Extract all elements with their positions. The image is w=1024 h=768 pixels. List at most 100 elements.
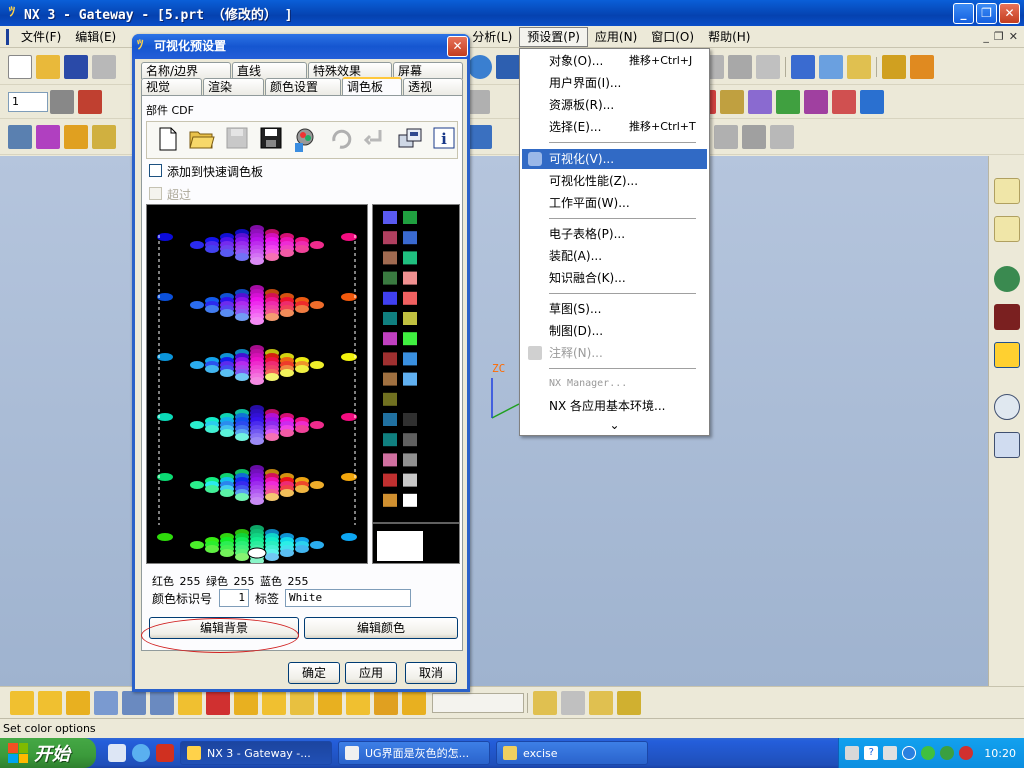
triangle-icon[interactable] xyxy=(910,54,934,79)
antivirus-tray-icon[interactable] xyxy=(959,746,974,760)
menu-item-selection[interactable]: 选择(E)... 推移+Ctrl+T xyxy=(522,117,707,137)
training-icon[interactable] xyxy=(993,304,1020,330)
filter-select[interactable] xyxy=(432,692,524,713)
tab-lines[interactable]: 直线 xyxy=(232,62,307,79)
new-palette-icon[interactable] xyxy=(155,127,180,153)
open-palette-icon[interactable] xyxy=(189,127,215,153)
menu-item-sketch[interactable]: 草图(S)... xyxy=(522,299,707,319)
layer-icon[interactable] xyxy=(819,54,843,79)
menu-item-resource-bar[interactable]: 资源板(R)... xyxy=(522,95,707,115)
window-title-bar[interactable]: ﾂ NX 3 - Gateway - [5.prt （修改的） ] _ ❐ ✕ xyxy=(0,0,1024,26)
system-materials-icon[interactable] xyxy=(993,432,1020,458)
center-icon[interactable] xyxy=(318,690,342,715)
tangent-icon[interactable] xyxy=(402,690,426,715)
component-icon[interactable] xyxy=(122,690,146,715)
arrow-tray-icon[interactable] xyxy=(902,746,917,760)
apply-button[interactable]: 应用 xyxy=(345,662,397,684)
taskbar-excise-button[interactable]: excise xyxy=(496,741,648,765)
save-palette-as-icon[interactable] xyxy=(259,127,284,153)
menu-item-application-defaults[interactable]: NX 各应用基本环境... xyxy=(522,396,707,416)
shape-studio-icon[interactable] xyxy=(92,124,116,149)
menu-item-object[interactable]: 对象(O)... 推移+Ctrl+J xyxy=(522,51,707,71)
keyboard-tray-icon[interactable] xyxy=(845,746,860,760)
reference-icon[interactable] xyxy=(150,690,174,715)
help-tray-icon[interactable]: ? xyxy=(864,746,879,760)
menu-file[interactable]: 文件(F) xyxy=(14,27,68,47)
part-icon[interactable] xyxy=(561,690,585,715)
tab-perspective[interactable]: 透视 xyxy=(403,78,463,95)
draft-analysis-icon[interactable] xyxy=(776,89,800,114)
menu-help[interactable]: 帮助(H) xyxy=(701,27,757,47)
menu-item-visualization[interactable]: 可视化(V)... xyxy=(522,149,707,169)
rotate-icon[interactable] xyxy=(496,54,520,79)
quadrant-icon[interactable] xyxy=(346,690,370,715)
quicklaunch-app-icon[interactable] xyxy=(156,744,174,762)
menu-expand-chevron-icon[interactable]: ⌄ xyxy=(522,415,707,435)
doc-close-button[interactable]: ✕ xyxy=(1009,30,1018,43)
save-icon[interactable] xyxy=(64,54,88,79)
menu-application[interactable]: 应用(N) xyxy=(588,27,644,47)
quicklaunch-ie-icon[interactable] xyxy=(132,744,150,762)
add-quick-palette-checkbox[interactable] xyxy=(149,164,162,177)
close-button[interactable]: ✕ xyxy=(999,3,1020,24)
cone-icon[interactable] xyxy=(742,124,766,149)
web-browser-icon[interactable] xyxy=(993,266,1020,292)
quick-palette-swatches[interactable] xyxy=(372,204,460,564)
ruler-icon[interactable] xyxy=(882,54,906,79)
swatch-grid[interactable] xyxy=(373,205,459,563)
drafting-icon[interactable] xyxy=(36,124,60,149)
measure-icon[interactable] xyxy=(847,54,871,79)
sphere-icon[interactable] xyxy=(770,124,794,149)
view-icon[interactable] xyxy=(94,690,118,715)
feature-icon[interactable] xyxy=(468,124,492,149)
tab-render[interactable]: 渲染 xyxy=(203,78,264,95)
new-file-icon[interactable] xyxy=(8,54,32,79)
cube-view-icon[interactable] xyxy=(728,54,752,79)
doc-restore-button[interactable]: ❐ xyxy=(994,30,1004,43)
select-icon[interactable] xyxy=(178,690,202,715)
assembly-icon[interactable] xyxy=(64,124,88,149)
tab-screen[interactable]: 屏幕 xyxy=(393,62,463,79)
tab-name-border[interactable]: 名称/边界 xyxy=(141,62,231,79)
menu-window[interactable]: 窗口(O) xyxy=(644,27,701,47)
help-icon[interactable] xyxy=(993,342,1020,368)
snap-icon-2[interactable] xyxy=(38,690,62,715)
start-button[interactable]: 开始 xyxy=(0,738,96,768)
wcs-icon[interactable] xyxy=(78,89,102,114)
midpoint-icon[interactable] xyxy=(290,690,314,715)
cancel-button[interactable]: 取消 xyxy=(405,662,457,684)
print-icon[interactable] xyxy=(92,54,116,79)
dialog-title-bar[interactable]: ﾂ 可视化预设置 ✕ xyxy=(132,34,470,59)
history-icon[interactable] xyxy=(993,394,1020,420)
doc-minimize-button[interactable]: _ xyxy=(983,30,989,43)
transfer-icon[interactable] xyxy=(397,127,423,153)
section-icon[interactable] xyxy=(720,89,744,114)
color-settings-icon[interactable] xyxy=(293,127,319,153)
zoom-icon[interactable] xyxy=(468,54,492,79)
assembly-navigator-icon[interactable] xyxy=(993,178,1020,204)
dialog-close-button[interactable]: ✕ xyxy=(447,36,468,57)
open-folder-icon[interactable] xyxy=(36,54,60,79)
taskbar-ug-button[interactable]: UG界面是灰色的怎... xyxy=(338,741,490,765)
menu-item-drafting[interactable]: 制图(D)... xyxy=(522,321,707,341)
tag-field[interactable]: White xyxy=(285,589,411,607)
tab-palette[interactable]: 调色板 xyxy=(342,77,402,95)
menu-item-work-plane[interactable]: 工作平面(W)... xyxy=(522,193,707,213)
display-icon[interactable] xyxy=(791,54,815,79)
ok-button[interactable]: 确定 xyxy=(288,662,340,684)
menu-item-assembly[interactable]: 装配(A)... xyxy=(522,246,707,266)
tab-visual[interactable]: 视觉 xyxy=(141,78,202,95)
menu-item-spreadsheet[interactable]: 电子表格(P)... xyxy=(522,224,707,244)
palette-ellipses[interactable] xyxy=(147,205,367,565)
security-tray-icon[interactable] xyxy=(940,746,955,760)
minimize-button[interactable]: _ xyxy=(953,3,974,24)
layer-settings-icon[interactable] xyxy=(50,89,74,114)
comb-icon[interactable] xyxy=(832,89,856,114)
color-palette-grid[interactable] xyxy=(146,204,368,565)
endpoint-icon[interactable] xyxy=(262,690,286,715)
surface-view-icon[interactable] xyxy=(756,54,780,79)
intersection-icon[interactable] xyxy=(374,690,398,715)
menu-item-visualization-performance[interactable]: 可视化性能(Z)... xyxy=(522,171,707,191)
modeling-icon[interactable] xyxy=(8,124,32,149)
maximize-button[interactable]: ❐ xyxy=(976,3,997,24)
